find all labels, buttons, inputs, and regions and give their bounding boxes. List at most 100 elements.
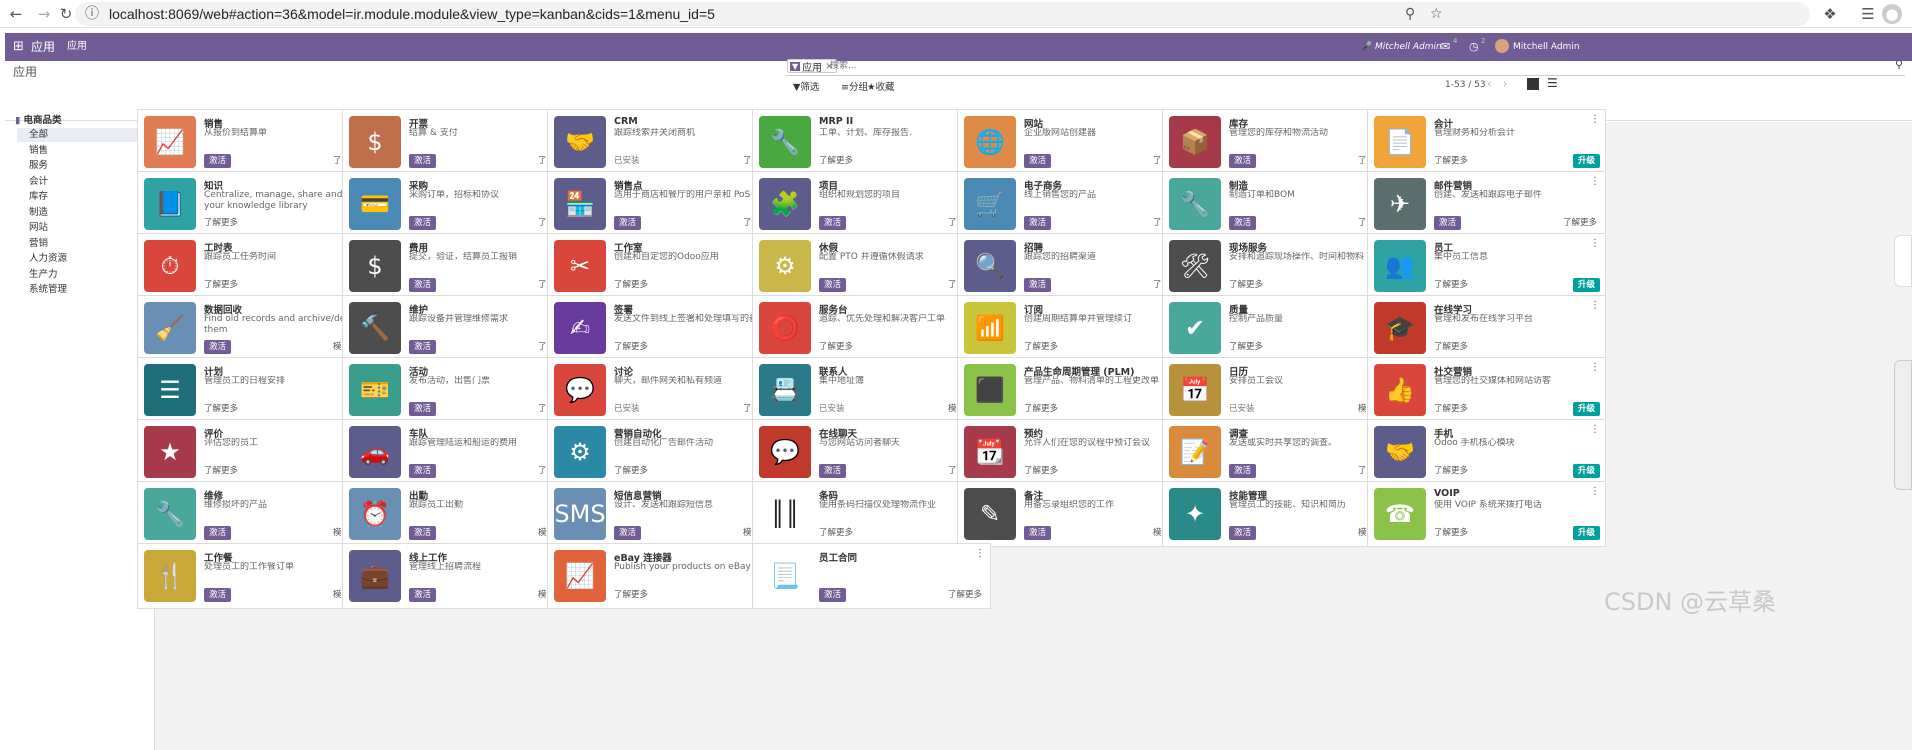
learn-more-link[interactable]: 了解更多	[1434, 154, 1468, 168]
kebab-menu-icon[interactable]: ⋮	[1590, 424, 1600, 435]
learn-more-link[interactable]: 了解更多	[1563, 216, 1597, 230]
kebab-menu-icon[interactable]: ⋮	[1590, 300, 1600, 311]
learn-more-link[interactable]: 了解更多	[1434, 526, 1468, 540]
app-card[interactable]: 🎓 在线学习 管理和发布在线学习平台 ⋮ 了解更多	[1367, 295, 1606, 361]
app-card[interactable]: 📅日历安排员工会议⋮已安装模块信息	[1162, 357, 1401, 423]
app-card[interactable]: ⚙营销自动化创建自动化广告邮件活动⋮了解更多升级	[547, 419, 786, 485]
activate-button[interactable]: 激活	[1024, 526, 1052, 540]
app-card[interactable]: 🧩项目组织和规划您的项目⋮激活了解更多	[752, 171, 991, 237]
pager-next-icon[interactable]: ›	[1503, 77, 1507, 90]
learn-more-link[interactable]: 了解更多	[204, 278, 238, 292]
kebab-menu-icon[interactable]: ⋮	[1590, 114, 1600, 125]
activate-button[interactable]: 激活	[819, 464, 847, 478]
upgrade-button[interactable]: 升级	[1572, 154, 1600, 168]
avatar[interactable]	[1495, 39, 1509, 53]
activate-button[interactable]: 激活	[819, 278, 847, 292]
learn-more-link[interactable]: 了解更多	[948, 588, 982, 602]
app-card[interactable]: 🔧MRP II工单、计划、库存报告.⋮了解更多升级	[752, 109, 991, 175]
filters-button[interactable]: ▼筛选	[793, 79, 819, 93]
activate-button[interactable]: 激活	[409, 278, 437, 292]
app-card[interactable]: ✈ 邮件营销 创建、发送和跟踪电子邮件 ⋮ 激活 了解更多	[1367, 171, 1606, 237]
app-card[interactable]: 🌐网站企业版网站创建器⋮激活了解更多	[957, 109, 1196, 175]
app-card[interactable]: ✎备注用备忘录组织您的工作⋮激活模块信息	[957, 481, 1196, 547]
app-card[interactable]: ✦技能管理管理员工的技能、知识和简历⋮激活模块信息	[1162, 481, 1401, 547]
sidebar-item[interactable]: 生产力5	[17, 268, 149, 282]
forward-icon[interactable]: →	[34, 4, 54, 24]
learn-more-link[interactable]: 了解更多	[614, 340, 648, 354]
app-card[interactable]: ⚙休假配置 PTO 并遵循休假请求⋮激活了解更多	[752, 233, 991, 299]
app-card[interactable]: ☎ VOIP 使用 VOIP 系统来拨打电话 ⋮ 了解更多 升级	[1367, 481, 1606, 547]
activate-button[interactable]: 激活	[204, 526, 232, 540]
kanban-view-icon[interactable]	[1527, 78, 1539, 90]
installed-label[interactable]: 已安装	[1229, 402, 1255, 416]
search-icon[interactable]: ⚲	[1895, 58, 1903, 71]
sidebar-item[interactable]: 系统管理2	[17, 283, 149, 297]
upgrade-button[interactable]: 升级	[1572, 526, 1600, 540]
learn-more-link[interactable]: 了解更多	[1024, 340, 1058, 354]
app-card[interactable]: $费用提交，验证，结算员工报销⋮激活了解更多	[342, 233, 581, 299]
learn-more-link[interactable]: 了解更多	[614, 588, 648, 602]
installed-label[interactable]: 已安装	[614, 402, 640, 416]
app-card[interactable]: 🛠现场服务安排和追踪现场操作、时间和物料⋮了解更多升级	[1162, 233, 1401, 299]
app-card[interactable]: ✂工作室创建和自定您的Odoo应用⋮了解更多升级	[547, 233, 786, 299]
app-card[interactable]: 🔨维护跟踪设备并管理维修需求⋮激活了解更多	[342, 295, 581, 361]
pager-prev-icon[interactable]: ‹	[1487, 77, 1491, 90]
side-tools-tab[interactable]	[1894, 235, 1912, 287]
app-card[interactable]: 📘 知识 Centralize, manage, share and grow yo…	[137, 171, 376, 237]
learn-more-link[interactable]: 了解更多	[819, 526, 853, 540]
app-menu-icon[interactable]: ⊞	[13, 33, 24, 61]
learn-more-link[interactable]: 了解更多	[1434, 340, 1468, 354]
activate-button[interactable]: 激活	[409, 340, 437, 354]
upgrade-button[interactable]: 升级	[1572, 278, 1600, 292]
app-card[interactable]: 💳采购采购订单，招标和协议⋮激活了解更多	[342, 171, 581, 237]
activate-button[interactable]: 激活	[1229, 216, 1257, 230]
app-card[interactable]: ☰计划管理员工的日程安排⋮了解更多升级	[137, 357, 376, 423]
app-card[interactable]: 💼线上工作管理线上招聘流程⋮激活模块信息	[342, 543, 581, 609]
activate-button[interactable]: 激活	[1434, 216, 1462, 230]
sidebar-item[interactable]: 营销7	[17, 237, 149, 251]
sidebar-item[interactable]: 全部	[17, 128, 149, 142]
activate-button[interactable]: 激活	[614, 526, 642, 540]
info-icon[interactable]: ⓘ	[85, 2, 99, 26]
list-view-icon[interactable]: ☰	[1547, 76, 1558, 90]
app-card[interactable]: 👍 社交营销 管理您的社交媒体和网站访客 ⋮ 了解更多 升级	[1367, 357, 1606, 423]
activate-button[interactable]: 激活	[409, 526, 437, 540]
learn-more-link[interactable]: 了解更多	[204, 216, 238, 230]
app-card[interactable]: 👥 员工 集中员工信息 ⋮ 了解更多 升级	[1367, 233, 1606, 299]
activate-button[interactable]: 激活	[1229, 464, 1257, 478]
learn-more-link[interactable]: 了解更多	[1229, 340, 1263, 354]
app-card[interactable]: ✔质量控制产品质量⋮了解更多升级	[1162, 295, 1401, 361]
learn-more-link[interactable]: 了解更多	[614, 278, 648, 292]
learn-more-link[interactable]: 了解更多	[204, 402, 238, 416]
search-box[interactable]: ▼ 应用 × ⚲	[785, 56, 1905, 76]
activate-button[interactable]: 激活	[409, 588, 437, 602]
installed-label[interactable]: 已安装	[614, 154, 640, 168]
learn-more-link[interactable]: 了解更多	[819, 154, 853, 168]
learn-more-link[interactable]: 了解更多	[204, 464, 238, 478]
upgrade-button[interactable]: 升级	[1572, 402, 1600, 416]
app-card[interactable]: 🛒电子商务线上销售您的产品⋮激活了解更多	[957, 171, 1196, 237]
kebab-menu-icon[interactable]: ⋮	[1590, 238, 1600, 249]
sidebar-item[interactable]: 销售7	[17, 144, 149, 158]
activate-button[interactable]: 激活	[409, 464, 437, 478]
app-card[interactable]: ★评价评估您的员工⋮了解更多升级	[137, 419, 376, 485]
app-card[interactable]: 🚗车队跟踪管理陆运和船运的费用⋮激活了解更多	[342, 419, 581, 485]
app-card[interactable]: 🔍招聘跟踪您的招聘渠道⋮激活了解更多	[957, 233, 1196, 299]
activate-button[interactable]: 激活	[409, 402, 437, 416]
profile-icon[interactable]: ●	[1882, 4, 1902, 24]
app-card[interactable]: ⏰出勤跟踪员工出勤⋮激活模块信息	[342, 481, 581, 547]
activate-button[interactable]: 激活	[1024, 278, 1052, 292]
app-title[interactable]: 应用	[31, 33, 55, 61]
app-card[interactable]: 📄 会计 管理财务和分析会计 ⋮ 了解更多 升级	[1367, 109, 1606, 175]
sidebar-item[interactable]: 网站5	[17, 221, 149, 235]
activate-button[interactable]: 激活	[204, 340, 232, 354]
app-card[interactable]: 📇联系人集中地址簿⋮已安装模块信息	[752, 357, 991, 423]
app-card[interactable]: 🔧维修维修损坏的产品⋮激活模块信息	[137, 481, 376, 547]
app-card[interactable]: $开票结算 & 支付⋮激活了解更多	[342, 109, 581, 175]
learn-more-link[interactable]: 了解更多	[1024, 464, 1058, 478]
kebab-menu-icon[interactable]: ⋮	[1590, 486, 1600, 497]
activate-button[interactable]: 激活	[1024, 216, 1052, 230]
kebab-menu-icon[interactable]: ⋮	[1590, 362, 1600, 373]
activate-button[interactable]: 激活	[409, 216, 437, 230]
address-bar[interactable]: ⓘ localhost:8069/web#action=36&model=ir.…	[75, 2, 1810, 26]
